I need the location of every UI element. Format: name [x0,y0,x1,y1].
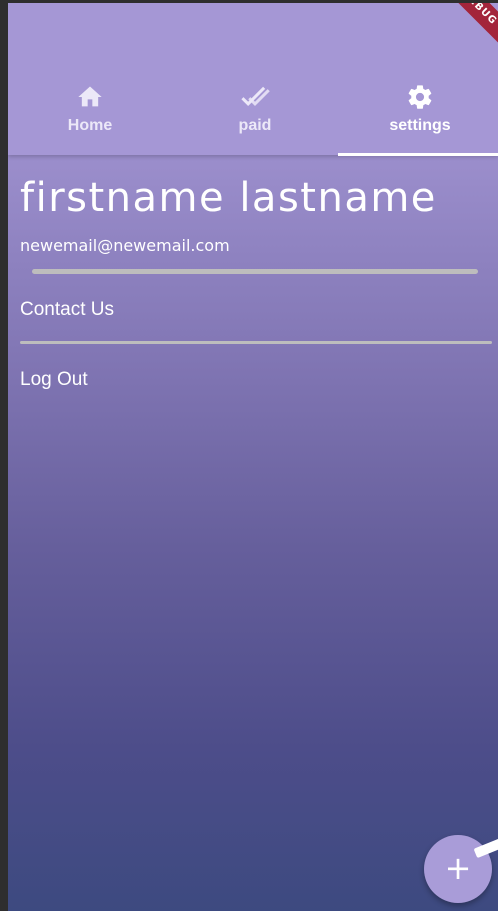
home-icon [8,83,172,111]
tab-home[interactable]: Home [8,83,172,155]
tab-settings[interactable]: settings [338,83,498,155]
device-frame: Home paid settings DEBUG firstname lastn… [0,0,498,911]
pointer-stroke [473,833,498,859]
app-bar: Home paid settings [8,3,498,156]
profile-name: firstname lastname [20,175,437,221]
tab-home-label: Home [67,117,113,134]
divider [32,269,478,274]
plus-icon: + [444,849,472,887]
checkmark-icon [173,83,337,111]
tab-settings-label: settings [389,117,451,134]
divider [20,341,492,344]
gear-icon [338,83,498,111]
log-out-button[interactable]: Log Out [20,369,88,391]
active-tab-indicator [338,153,498,156]
profile-email: newemail@newemail.com [20,236,230,255]
tab-paid[interactable]: paid [173,83,337,155]
tab-paid-label: paid [238,117,272,134]
contact-us-button[interactable]: Contact Us [20,299,114,321]
app-screen: Home paid settings DEBUG firstname lastn… [8,3,498,911]
